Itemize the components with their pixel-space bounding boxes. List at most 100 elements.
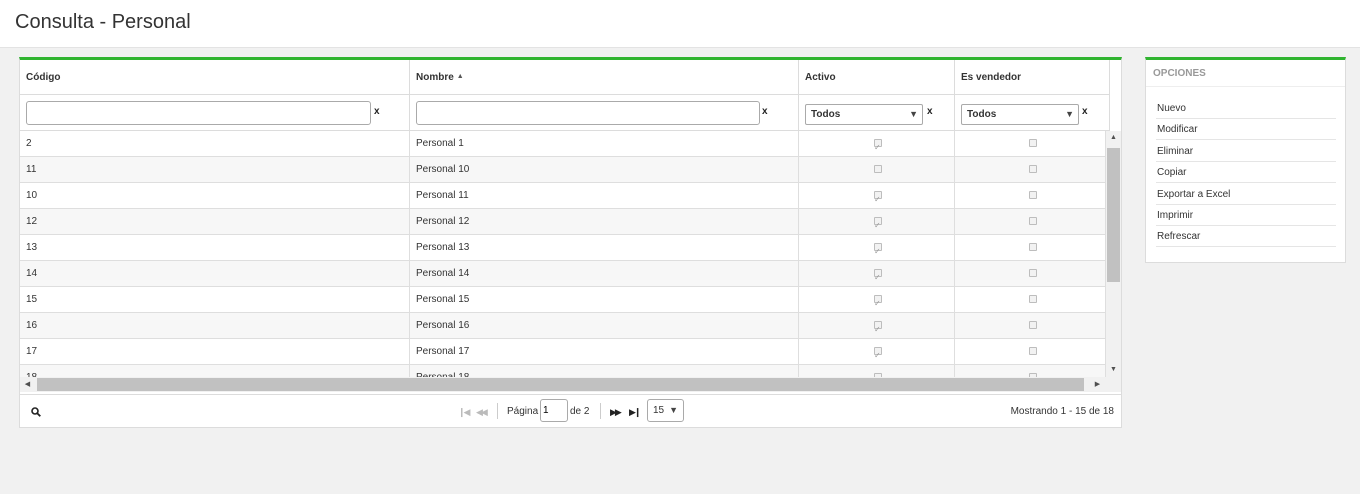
vertical-scroll-thumb[interactable] — [1107, 148, 1120, 282]
filter-cell-vendedor: Todos ▼ x — [955, 95, 1110, 131]
option-copiar[interactable]: Copiar — [1156, 162, 1336, 184]
activo-checkbox — [874, 239, 882, 265]
clear-filter-nombre-button[interactable]: x — [762, 106, 768, 117]
cell-vendedor — [955, 131, 1106, 157]
next-page-icon[interactable]: ▶▶ — [610, 407, 622, 418]
cell-activo — [799, 183, 955, 213]
vertical-scrollbar[interactable]: ▲ ▼ — [1106, 131, 1121, 377]
chevron-down-icon: ▼ — [669, 405, 678, 415]
clear-filter-activo-button[interactable]: x — [927, 106, 933, 117]
cell-vendedor — [955, 365, 1106, 377]
grid-body: 18Personal 1817Personal 1716Personal 161… — [20, 131, 1121, 377]
records-info: Mostrando 1 - 15 de 18 — [1010, 406, 1114, 417]
vendedor-checkbox — [1029, 165, 1037, 173]
cell-vendedor — [955, 235, 1106, 261]
scroll-up-icon[interactable]: ▲ — [1106, 131, 1121, 145]
table-row[interactable]: 15 Personal 15 — [20, 287, 1106, 317]
vendedor-checkbox — [1029, 295, 1037, 303]
cell-codigo: 18 — [20, 365, 410, 377]
vendedor-checkbox — [1029, 139, 1037, 147]
options-divider — [1146, 86, 1345, 87]
filter-cell-codigo: x — [20, 95, 410, 131]
previous-page-icon[interactable]: ◀◀ — [476, 407, 488, 418]
activo-checkbox — [874, 187, 882, 213]
scroll-down-icon[interactable]: ▼ — [1106, 363, 1121, 377]
column-header-activo[interactable]: Activo — [799, 60, 955, 95]
activo-checkbox — [874, 265, 882, 291]
table-row[interactable]: 14 Personal 14 — [20, 261, 1106, 291]
cell-vendedor — [955, 183, 1106, 209]
column-header-es-vendedor[interactable]: Es vendedor — [955, 60, 1110, 95]
vendedor-checkbox — [1029, 321, 1037, 329]
activo-checkbox — [874, 317, 882, 343]
table-row[interactable]: 11 Personal 10 — [20, 157, 1106, 183]
table-row[interactable]: 2 Personal 1 — [20, 131, 1106, 161]
table-row[interactable]: 12 Personal 12 — [20, 209, 1106, 239]
table-row[interactable]: 13 Personal 13 — [20, 235, 1106, 265]
column-header-nombre[interactable]: Nombre ▲ — [410, 60, 799, 95]
cell-nombre: Personal 11 — [410, 183, 799, 209]
vendedor-checkbox — [1029, 191, 1037, 199]
vendedor-checkbox — [1029, 243, 1037, 251]
pager-separator — [600, 403, 601, 419]
search-icon[interactable] — [31, 407, 41, 417]
cell-vendedor — [955, 261, 1106, 287]
cell-vendedor — [955, 287, 1106, 313]
filter-nombre-input[interactable] — [416, 101, 760, 125]
horizontal-scrollbar[interactable]: ◀ ▶ — [20, 377, 1121, 392]
option-exportar-a-excel[interactable]: Exportar a Excel — [1156, 184, 1336, 205]
clear-filter-codigo-button[interactable]: x — [374, 106, 380, 117]
option-imprimir[interactable]: Imprimir — [1156, 205, 1336, 226]
vendedor-checkbox — [1029, 269, 1037, 277]
table-row[interactable]: 16 Personal 16 — [20, 313, 1106, 343]
filter-cell-nombre: x — [410, 95, 799, 131]
page-count-label: de 2 — [570, 406, 590, 417]
page-number-input[interactable] — [540, 399, 568, 422]
table-row[interactable]: 17 Personal 17 — [20, 339, 1106, 369]
page-size-select[interactable]: 15 ▼ — [647, 399, 684, 422]
cell-vendedor — [955, 339, 1106, 365]
activo-checkbox — [874, 291, 882, 317]
cell-codigo: 13 — [20, 235, 410, 261]
filter-vendedor-select[interactable]: Todos ▼ — [961, 104, 1079, 125]
cell-nombre: Personal 12 — [410, 209, 799, 235]
filter-row: x x Todos ▼ x Todos ▼ x — [20, 95, 1110, 131]
column-header-codigo[interactable]: Código — [20, 60, 410, 95]
cell-nombre: Personal 16 — [410, 313, 799, 339]
cell-codigo: 11 — [20, 157, 410, 183]
chevron-down-icon: ▼ — [1065, 109, 1074, 119]
horizontal-scroll-thumb[interactable] — [37, 378, 1084, 391]
filter-codigo-input[interactable] — [26, 101, 371, 125]
filter-cell-activo: Todos ▼ x — [799, 95, 955, 131]
cell-vendedor — [955, 157, 1106, 183]
scroll-left-icon[interactable]: ◀ — [20, 377, 35, 392]
page-label: Página — [507, 406, 539, 417]
cell-nombre: Personal 10 — [410, 157, 799, 183]
vendedor-checkbox — [1029, 217, 1037, 225]
first-page-icon[interactable]: ❙◀ — [458, 407, 471, 418]
last-page-icon[interactable]: ▶❙ — [629, 407, 642, 418]
cell-nombre: Personal 17 — [410, 339, 799, 365]
chevron-down-icon: ▼ — [909, 109, 918, 119]
activo-checkbox — [874, 213, 882, 239]
cell-codigo: 15 — [20, 287, 410, 313]
scroll-right-icon[interactable]: ▶ — [1090, 377, 1105, 392]
activo-checkbox — [874, 343, 882, 369]
filter-activo-select[interactable]: Todos ▼ — [805, 104, 923, 125]
option-nuevo[interactable]: Nuevo — [1156, 98, 1336, 119]
vendedor-checkbox — [1029, 347, 1037, 355]
option-modificar[interactable]: Modificar — [1156, 119, 1336, 141]
clear-filter-vendedor-button[interactable]: x — [1082, 106, 1088, 117]
page-header: Consulta - Personal — [0, 0, 1360, 48]
table-row[interactable]: 18Personal 18 — [20, 365, 1106, 377]
table-row[interactable]: 10 Personal 11 — [20, 183, 1106, 213]
activo-checkbox — [874, 135, 882, 161]
cell-activo — [799, 131, 955, 161]
grid-header: Código Nombre ▲ Activo Es vendedor — [20, 60, 1110, 95]
cell-nombre: Personal 15 — [410, 287, 799, 313]
cell-vendedor — [955, 209, 1106, 235]
option-refrescar[interactable]: Refrescar — [1156, 226, 1336, 248]
data-grid: Código Nombre ▲ Activo Es vendedor x x To… — [19, 57, 1122, 428]
option-eliminar[interactable]: Eliminar — [1156, 141, 1336, 162]
cell-vendedor — [955, 313, 1106, 339]
